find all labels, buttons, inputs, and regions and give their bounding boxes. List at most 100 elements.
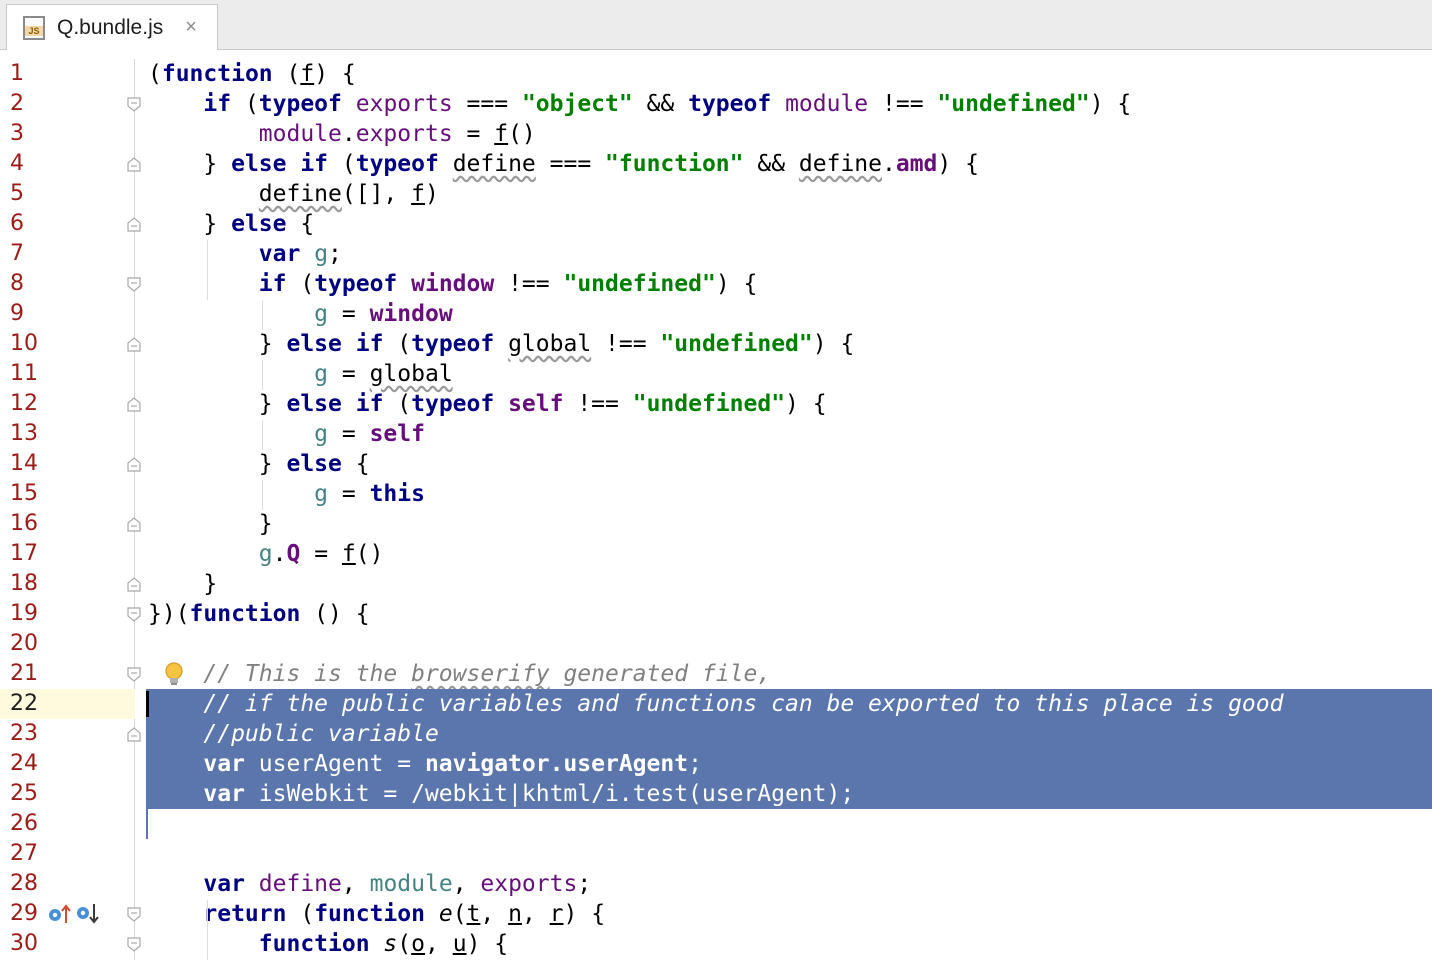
line-number[interactable]: 9 [10,299,50,329]
code-text[interactable]: module.exports = f() [148,119,536,149]
code-line[interactable]: 16 } [0,509,1432,539]
line-number[interactable]: 27 [10,839,50,869]
code-line[interactable]: 11 g = global [0,359,1432,389]
code-line[interactable]: 14 } else { [0,449,1432,479]
line-number[interactable]: 15 [10,479,50,509]
line-number[interactable]: 18 [10,569,50,599]
code-text[interactable]: if (typeof exports === "object" && typeo… [148,89,1131,119]
line-number[interactable]: 20 [10,629,50,659]
code-line[interactable]: 27 [0,839,1432,869]
code-line[interactable]: 2 if (typeof exports === "object" && typ… [0,89,1432,119]
code-text[interactable]: } else if (typeof global !== "undefined"… [148,329,855,359]
code-line[interactable]: 23 //public variable [0,719,1432,749]
code-text[interactable]: } else if (typeof define === "function" … [148,149,979,179]
fold-start-icon[interactable] [126,907,142,922]
line-number[interactable]: 16 [10,509,50,539]
code-line[interactable]: 20 [0,629,1432,659]
code-line[interactable]: 25 var isWebkit = /webkit|khtml/i.test(u… [0,779,1432,809]
code-text[interactable]: } else if (typeof self !== "undefined") … [148,389,827,419]
implementation-marker-icon[interactable] [46,901,102,927]
code-text[interactable]: var g; [148,239,342,269]
fold-start-icon[interactable] [126,667,142,682]
code-line[interactable]: 30 function s(o, u) { [0,929,1432,959]
code-text[interactable]: if (typeof window !== "undefined") { [148,269,758,299]
code-text[interactable]: g = this [148,479,425,509]
line-number[interactable]: 25 [10,779,50,809]
code-line[interactable]: 5 define([], f) [0,179,1432,209]
code-text[interactable]: g = global [148,359,453,389]
line-number[interactable]: 6 [10,209,50,239]
line-number[interactable]: 2 [10,89,50,119]
code-line[interactable]: 4 } else if (typeof define === "function… [0,149,1432,179]
line-number[interactable]: 24 [10,749,50,779]
line-number[interactable]: 3 [10,119,50,149]
code-line[interactable]: 26 //global.isWebkit = isWebkit;//not su… [0,809,1432,839]
tab-q-bundle-js[interactable]: JS Q.bundle.js × [6,4,218,50]
fold-start-icon[interactable] [126,607,142,622]
code-text[interactable]: var isWebkit = /webkit|khtml/i.test(user… [148,779,854,809]
fold-end-icon[interactable] [126,337,142,352]
close-tab-icon[interactable]: × [185,16,197,39]
code-text[interactable]: g = self [148,419,425,449]
code-line[interactable]: 21 // This is the browserify generated f… [0,659,1432,689]
line-number[interactable]: 21 [10,659,50,689]
code-line[interactable]: 15 g = this [0,479,1432,509]
code-text[interactable]: //global.isWebkit = isWebkit;//not suita… [148,809,1380,839]
fold-end-icon[interactable] [126,397,142,412]
line-number[interactable]: 11 [10,359,50,389]
fold-end-icon[interactable] [126,217,142,232]
code-line[interactable]: 8 if (typeof window !== "undefined") { [0,269,1432,299]
code-line[interactable]: 9 g = window [0,299,1432,329]
code-line[interactable]: 7 var g; [0,239,1432,269]
code-line[interactable]: 18 } [0,569,1432,599]
fold-end-icon[interactable] [126,727,142,742]
code-text[interactable]: var define, module, exports; [148,869,591,899]
line-number[interactable]: 19 [10,599,50,629]
code-line[interactable]: 1 (function (f) { [0,59,1432,89]
code-text[interactable]: // if the public variables and functions… [148,689,1283,719]
code-text[interactable]: } else { [148,449,370,479]
code-text[interactable]: function s(o, u) { [148,929,508,959]
code-text[interactable]: })(function () { [148,599,370,629]
fold-start-icon[interactable] [126,97,142,112]
code-line[interactable]: 10 } else if (typeof global !== "undefin… [0,329,1432,359]
line-number[interactable]: 29 [10,899,50,929]
line-number[interactable]: 22 [10,689,50,719]
code-editor[interactable]: 1 (function (f) {2 if (typeof exports ===… [0,59,1432,959]
code-text[interactable]: g = window [148,299,453,329]
code-text[interactable]: } [148,509,273,539]
intention-bulb-icon[interactable] [163,661,185,687]
line-number[interactable]: 12 [10,389,50,419]
code-line[interactable]: 19 })(function () { [0,599,1432,629]
code-line[interactable]: 13 g = self [0,419,1432,449]
code-line[interactable]: 22 // if the public variables and functi… [0,689,1432,719]
fold-end-icon[interactable] [126,457,142,472]
code-line[interactable]: 17 g.Q = f() [0,539,1432,569]
code-line[interactable]: 12 } else if (typeof self !== "undefined… [0,389,1432,419]
line-number[interactable]: 28 [10,869,50,899]
code-line[interactable]: 28 var define, module, exports; [0,869,1432,899]
code-text[interactable]: } [148,569,217,599]
fold-end-icon[interactable] [126,517,142,532]
line-number[interactable]: 30 [10,929,50,959]
code-text[interactable]: return (function e(t, n, r) { [148,899,605,929]
code-text[interactable]: (function (f) { [148,59,356,89]
code-text[interactable]: } else { [148,209,314,239]
line-number[interactable]: 14 [10,449,50,479]
line-number[interactable]: 26 [10,809,50,839]
line-number[interactable]: 4 [10,149,50,179]
fold-end-icon[interactable] [126,577,142,592]
line-number[interactable]: 10 [10,329,50,359]
code-text[interactable]: define([], f) [148,179,439,209]
code-text[interactable]: // This is the browserify generated file… [148,659,771,689]
code-line[interactable]: 6 } else { [0,209,1432,239]
code-text[interactable]: g.Q = f() [148,539,384,569]
fold-start-icon[interactable] [126,277,142,292]
code-text[interactable]: //public variable [148,719,438,749]
line-number[interactable]: 23 [10,719,50,749]
code-text[interactable]: var userAgent = navigator.userAgent; [148,749,702,779]
line-number[interactable]: 8 [10,269,50,299]
line-number[interactable]: 17 [10,539,50,569]
fold-start-icon[interactable] [126,937,142,952]
line-number[interactable]: 7 [10,239,50,269]
